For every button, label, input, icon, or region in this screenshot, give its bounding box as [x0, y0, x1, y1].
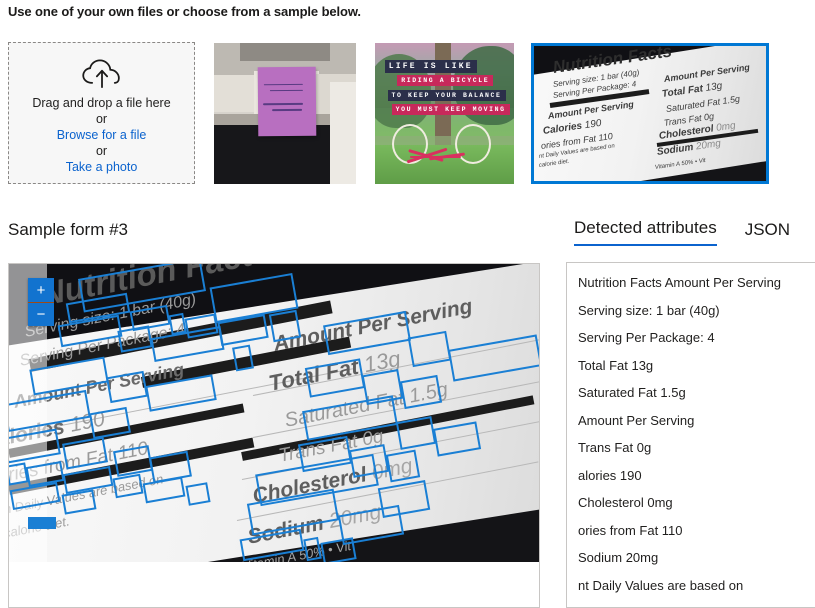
quote-line-2: RIDING A BICYCLE — [397, 75, 494, 87]
form-title: Sample form #3 — [8, 220, 128, 239]
attribute-item: Amount Per Serving — [578, 412, 695, 428]
zoom-in-button[interactable]: + — [28, 278, 54, 302]
ocr-box-on[interactable] — [185, 482, 211, 506]
file-picker-page: Use one of your own files or choose from… — [0, 0, 815, 608]
quote-line-3: TO KEEP YOUR BALANCE — [387, 89, 506, 101]
purple-sticky-note — [257, 66, 317, 137]
detected-attributes-panel: Nutrition Facts Amount Per Serving Servi… — [566, 262, 815, 608]
zoom-controls[interactable]: + − — [28, 278, 54, 326]
attribute-item: alories 190 — [578, 467, 642, 483]
sample-source-row: Drag and drop a file here or Browse for … — [0, 42, 815, 187]
zoom-out-button[interactable]: − — [28, 302, 54, 326]
results-tabs: Detected attributes JSON — [574, 218, 790, 246]
attribute-item: ories from Fat 110 — [578, 522, 683, 538]
sample-thumbnail-nutrition[interactable]: Nutrition Facts Serving size: 1 bar (40g… — [531, 43, 769, 184]
attribute-item: Cholesterol 0mg — [578, 495, 673, 510]
image-viewer-canvas[interactable]: Nutrition Facts Serving size: 1 bar (40g… — [9, 264, 539, 562]
postit-photo — [214, 43, 356, 184]
ocr-box-0g[interactable] — [385, 449, 421, 483]
bicycle-photo: LIFE IS LIKE RIDING A BICYCLE TO KEEP YO… — [375, 43, 514, 184]
attribute-item: nt Daily Values are based on — [578, 577, 744, 593]
ocr-box-n[interactable] — [9, 462, 29, 486]
ocr-highlight-chip[interactable] — [28, 517, 56, 529]
dropzone-or-2: or — [95, 144, 108, 158]
sample-thumbnail-bicycle[interactable]: LIFE IS LIKE RIDING A BICYCLE TO KEEP YO… — [375, 43, 514, 184]
bicycle-graphic — [389, 114, 495, 165]
dropzone-or-1: or — [95, 112, 108, 126]
ocr-box-50pct[interactable] — [320, 537, 357, 562]
attribute-item: Nutrition Facts Amount Per Serving — [578, 275, 782, 290]
ocr-box-four[interactable] — [232, 344, 254, 372]
attribute-item: Saturated Fat 1.5g — [578, 385, 686, 400]
cloud-upload-icon — [81, 59, 120, 89]
browse-for-file-link[interactable]: Browse for a file — [57, 127, 147, 143]
tab-json[interactable]: JSON — [745, 220, 790, 246]
attribute-item: Total Fat 13g — [578, 357, 654, 373]
attribute-item: Serving size: 1 bar (40g) — [578, 302, 720, 318]
ocr-box-ts[interactable] — [268, 309, 302, 343]
tab-detected-attributes[interactable]: Detected attributes — [574, 218, 717, 246]
attribute-item: Serving Per Package: 4 — [578, 330, 715, 345]
take-a-photo-link[interactable]: Take a photo — [66, 159, 138, 175]
attribute-item: Sodium 20mg — [578, 550, 659, 565]
sample-thumbnail-postit[interactable] — [214, 43, 356, 184]
image-viewer[interactable]: Nutrition Facts Serving size: 1 bar (40g… — [8, 263, 540, 608]
quote-line-1: LIFE IS LIKE — [384, 59, 477, 73]
attribute-item: Trans Fat 0g — [578, 440, 652, 455]
page-instruction: Use one of your own files or choose from… — [8, 4, 361, 19]
dropzone-primary-text: Drag and drop a file here — [32, 96, 171, 110]
nutrition-label-photo: Nutrition Facts Serving size: 1 bar (40g… — [534, 46, 766, 181]
file-dropzone[interactable]: Drag and drop a file here or Browse for … — [8, 42, 195, 184]
